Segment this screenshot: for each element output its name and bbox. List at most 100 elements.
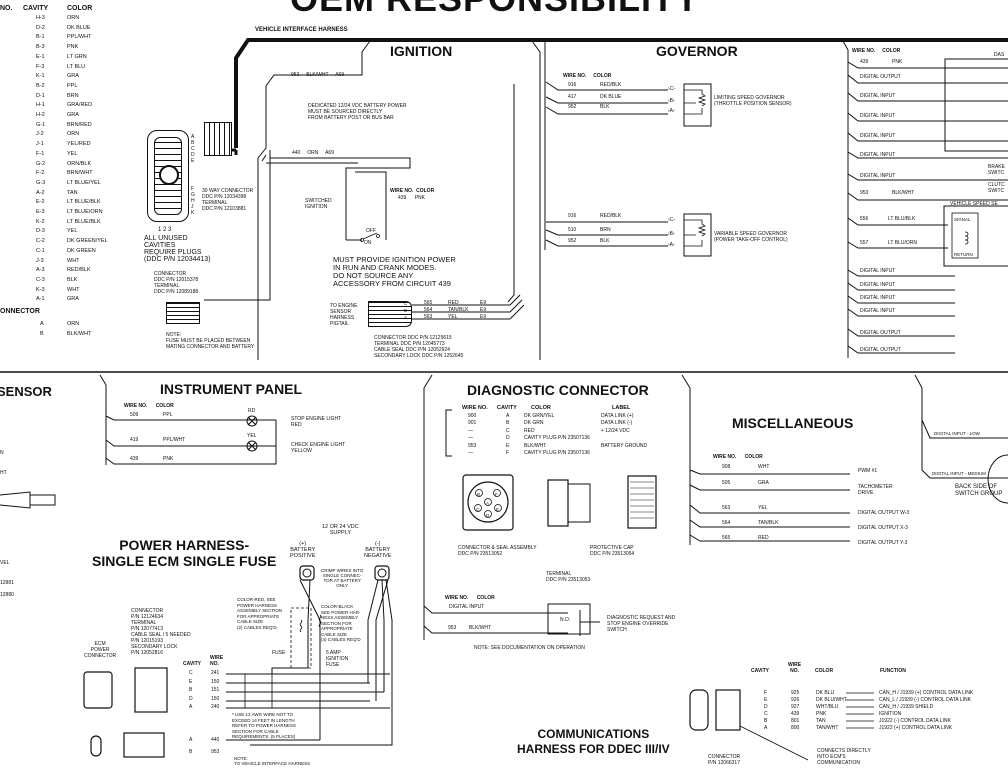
lower-left-border (99, 374, 107, 465)
left-row-cavity: J-2 (36, 131, 44, 138)
governor-pin: ›B› (668, 231, 675, 237)
wire-color: PNK (414, 195, 425, 201)
comm-row-no: 800 (791, 724, 800, 731)
comm-row-color: TAN/WHT (816, 724, 839, 731)
power-row-cavity: D (189, 695, 193, 702)
misc-function: DIGITAL OUTPUT X-3 (858, 525, 908, 531)
left-row-color: BRN/RED (67, 121, 92, 128)
instrument-panel-heading: INSTRUMENT PANEL (160, 381, 303, 397)
communications-heading: COMMUNICATIONS HARNESS FOR DDEC III/IV (517, 727, 670, 756)
governor-wire-no: 952 (568, 238, 577, 244)
diag-pin-f: F (495, 492, 498, 497)
left-row-color: YEL/RED (67, 141, 91, 148)
pigtail-pin: B (404, 308, 408, 313)
diag-col-wire: WIRE NO. (462, 405, 488, 411)
misc-wire-no: 505 (722, 480, 731, 486)
unused-cavities-note: ALL UNUSED CAVITIES REQUIRE PLUGS (DDC P… (144, 235, 211, 263)
awg-note: * USE 12 AWG WIRE NOT TO EXCEED 14 FEET … (232, 712, 296, 739)
limiting-governor-label: LIMITING SPEED GOVERNOR (THROTTLE POSITI… (714, 95, 792, 107)
left-row-color: LT BLUE/BLK (67, 199, 101, 206)
governor-pin: ›C› (668, 86, 675, 92)
pigtail-wire-cavity: E9 (480, 307, 487, 313)
col-wire-no: WIRE NO. (445, 595, 469, 601)
sensor-fragment: VEL (0, 560, 10, 566)
ignition-power-note: MUST PROVIDE IGNITION POWER IN RUN AND C… (333, 255, 456, 288)
stop-engine-light-label: STOP ENGINE LIGHT RED (291, 416, 342, 428)
left-row-cavity: G-3 (36, 179, 46, 186)
diag-pin-c: C (476, 507, 480, 512)
pigtail-pin: C (404, 301, 408, 306)
variable-governor-label: VARIABLE SPEED GOVERNOR (POWER TAKE-OFF … (714, 231, 788, 243)
left-row-cavity: K-1 (36, 73, 45, 80)
right-panel-row-label: DIGITAL INPUT (860, 113, 896, 119)
wire-no: 953 (448, 625, 457, 631)
left-row-color: PPL/WHT (67, 34, 92, 41)
diag-col-label: LABEL (612, 405, 631, 411)
misc-wire-color: GRA (758, 480, 769, 486)
power-row-wire: 241 (211, 670, 220, 676)
dash-label: DAS (994, 52, 1005, 58)
left-row-cavity: A-2 (36, 189, 45, 196)
governor-pin: ›B› (668, 98, 675, 104)
left-row-color: TAN (67, 189, 78, 196)
switch-off-label: OFF (366, 228, 376, 234)
comm-col-function: FUNCTION (880, 668, 906, 674)
diag-row-no: — (468, 427, 473, 434)
ignition-wire-440: 440 ORN A69 (292, 150, 334, 157)
diag-row-cavity: C (506, 427, 510, 434)
left-row-color: DK BLUE (67, 24, 91, 31)
comm-col-cavity: CAVITY (751, 668, 769, 674)
power-row-wire: 150 (211, 695, 220, 702)
diag-row-label: + 12/24 VDC (601, 427, 630, 434)
governor-wire-color: RED/BLK (600, 82, 622, 88)
diag-switch-header: WIRE NO. COLOR (445, 595, 495, 602)
pigtail-wire-cavity: E9 (480, 300, 487, 306)
pigtail-pin: A (404, 315, 408, 320)
left-row-color: ORN/BLK (67, 160, 92, 167)
small-connector (166, 302, 200, 324)
diag-row-no: — (468, 450, 473, 456)
misc-wire-color: YEL (758, 505, 768, 511)
left-row-color: DK GREEN/YEL (67, 238, 108, 245)
clutch-switch-label: CLUTC SWITC (988, 182, 1005, 194)
fuse-placement-note: NOTE: FUSE MUST BE PLACED BETWEEN MATING… (166, 332, 255, 350)
misc-function: DIGITAL OUTPUT Y-3 (858, 540, 908, 546)
right-panel-row-color: PNK (892, 59, 903, 65)
lower-right-border (914, 374, 923, 470)
ignition-table-header: WIRE NO. COLOR (390, 188, 434, 195)
left-row-color: BRN (67, 92, 79, 99)
power-connector-note: CONNECTOR P/N 12124634 TERMINAL P/N 1207… (131, 608, 191, 656)
diag-pin-a: A (486, 501, 490, 506)
col-wire-no: WIRE NO. (852, 48, 876, 54)
wire-color: BLK/WHT (468, 625, 492, 631)
left-row-cavity: H-2 (36, 112, 45, 118)
wire-cavity: A69 (325, 150, 334, 156)
connector-row-color: ORN (67, 321, 80, 327)
left-row-cavity: J-3 (36, 257, 44, 264)
col-wire-no: WIRE NO. (124, 403, 148, 409)
left-row-cavity: F-3 (36, 63, 45, 70)
instrument-wire-no: 419 (130, 437, 139, 443)
comm-ecm-note: CONNECTS DIRECTLY INTO ECM'S COMMUNICATI… (817, 748, 871, 766)
right-panel-row-label: DIGITAL OUTPUT (860, 74, 901, 80)
left-row-cavity: K-2 (36, 218, 45, 225)
right-panel-header: WIRE NO. COLOR (852, 48, 900, 55)
diag-row-cavity: D (506, 435, 510, 442)
left-row-cavity: E-2 (36, 199, 45, 206)
diag-pin-e: E (496, 507, 500, 512)
left-row-cavity: D-3 (36, 228, 45, 235)
power-row-cavity: B (189, 687, 193, 694)
left-row-color: LT BLUE/BLK (67, 218, 101, 225)
diag-col-cavity: CAVITY (497, 405, 517, 411)
governor-wire-color: BLK (600, 238, 610, 244)
right-panel-row-color: BLK/WHT (892, 190, 915, 196)
left-row-cavity: A-1 (36, 296, 45, 303)
col-wire-no: WIRE NO. (563, 73, 587, 79)
col-color: COLOR (155, 403, 174, 409)
connector-row-cavity: A (40, 321, 44, 327)
battery-power-note: DEDICATED 12/24 VDC BATTERY POWER MUST B… (308, 103, 407, 121)
diagnostic-heading: DIAGNOSTIC CONNECTOR (467, 382, 649, 398)
power-row-cavity: E (189, 678, 193, 685)
col-color: COLOR (593, 73, 612, 79)
comm-col-color: COLOR (815, 668, 834, 674)
